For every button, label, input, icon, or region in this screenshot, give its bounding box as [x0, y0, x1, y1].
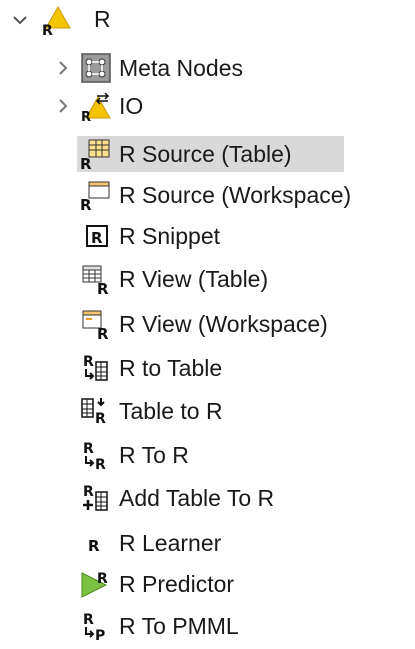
tree-item-r-view-table[interactable]: R R View (Table)	[80, 260, 268, 298]
tree-item-table-to-r[interactable]: R Table to R	[80, 392, 223, 430]
node-repository-tree: R R Meta Nodes R IO R R Source (Table) R…	[0, 0, 415, 649]
r-learner-icon: R	[88, 537, 100, 555]
tree-item-r-source-workspace[interactable]: R R Source (Workspace)	[80, 176, 351, 214]
tree-item-label: R Snippet	[119, 223, 221, 249]
svg-text:R: R	[97, 325, 109, 340]
tree-item-r-to-r[interactable]: R R R To R	[80, 436, 189, 474]
tree-item-label: R View (Workspace)	[119, 311, 328, 337]
tree-item-label: Add Table To R	[119, 485, 275, 511]
svg-text:R: R	[95, 457, 106, 471]
tree-root-label: R	[94, 6, 111, 32]
tree-item-label: R View (Table)	[119, 266, 269, 292]
svg-text:R: R	[81, 110, 91, 122]
svg-text:P: P	[95, 628, 105, 642]
tree-item-add-table-to-r[interactable]: R Add Table To R	[80, 479, 274, 517]
r-source-table-icon: R	[80, 139, 110, 170]
svg-text:R: R	[91, 229, 103, 247]
r-to-r-icon: R R	[83, 441, 106, 471]
svg-text:R: R	[95, 411, 106, 427]
chevron-down-icon[interactable]	[10, 10, 30, 30]
tree-item-label: R to Table	[119, 355, 223, 381]
r-predictor-icon: R	[81, 571, 108, 598]
table-to-r-icon: R	[81, 398, 106, 427]
tree-item-r-learner[interactable]: R R Learner	[80, 524, 221, 562]
svg-text:R: R	[97, 280, 109, 295]
tree-item-label: R To R	[119, 442, 189, 468]
r-snippet-icon: R	[86, 225, 108, 247]
meta-nodes-icon	[81, 53, 111, 83]
tree-item-label: R To PMML	[119, 613, 239, 639]
tree-item-io[interactable]: R IO	[59, 87, 144, 125]
tree-item-r-source-table[interactable]: R R Source (Table)	[77, 135, 344, 173]
tree-item-r-snippet[interactable]: R R Snippet	[80, 217, 220, 255]
tree-item-meta-nodes[interactable]: Meta Nodes	[59, 49, 244, 87]
tree-item-r-to-table[interactable]: R R to Table	[80, 349, 222, 387]
r-to-table-icon: R	[83, 354, 108, 381]
svg-text:R: R	[83, 354, 94, 370]
tree-item-r-to-pmml[interactable]: R P R To PMML	[80, 607, 239, 645]
tree-item-r-view-workspace[interactable]: R R View (Workspace)	[80, 305, 328, 343]
svg-text:R: R	[80, 155, 92, 170]
tree-item-label: R Source (Table)	[119, 141, 292, 167]
svg-text:R: R	[80, 196, 92, 211]
svg-text:R: R	[97, 571, 108, 587]
r-to-pmml-icon: R P	[83, 612, 105, 642]
svg-text:R: R	[83, 441, 94, 457]
r-view-table-icon: R	[82, 265, 109, 295]
tree-item-label: R Predictor	[119, 571, 235, 597]
svg-text:R: R	[83, 612, 94, 628]
tree-root-r[interactable]: R R	[0, 0, 415, 38]
r-io-icon: R	[81, 92, 111, 122]
tree-item-label: R Learner	[119, 530, 222, 556]
svg-text:R: R	[88, 537, 100, 555]
svg-text:R: R	[42, 23, 53, 36]
r-view-workspace-icon: R	[82, 310, 109, 340]
tree-item-label: IO	[119, 93, 144, 119]
chevron-right-icon[interactable]	[53, 58, 73, 78]
tree-item-label: Table to R	[119, 398, 223, 424]
tree-item-label: R Source (Workspace)	[119, 182, 352, 208]
r-extension-icon: R	[42, 5, 71, 36]
add-table-to-r-icon: R	[83, 484, 108, 511]
svg-text:R: R	[83, 484, 94, 500]
chevron-right-icon[interactable]	[53, 96, 73, 116]
tree-item-label: Meta Nodes	[119, 55, 244, 81]
tree-item-r-predictor[interactable]: R R Predictor	[80, 565, 234, 603]
r-source-workspace-icon: R	[80, 181, 110, 211]
